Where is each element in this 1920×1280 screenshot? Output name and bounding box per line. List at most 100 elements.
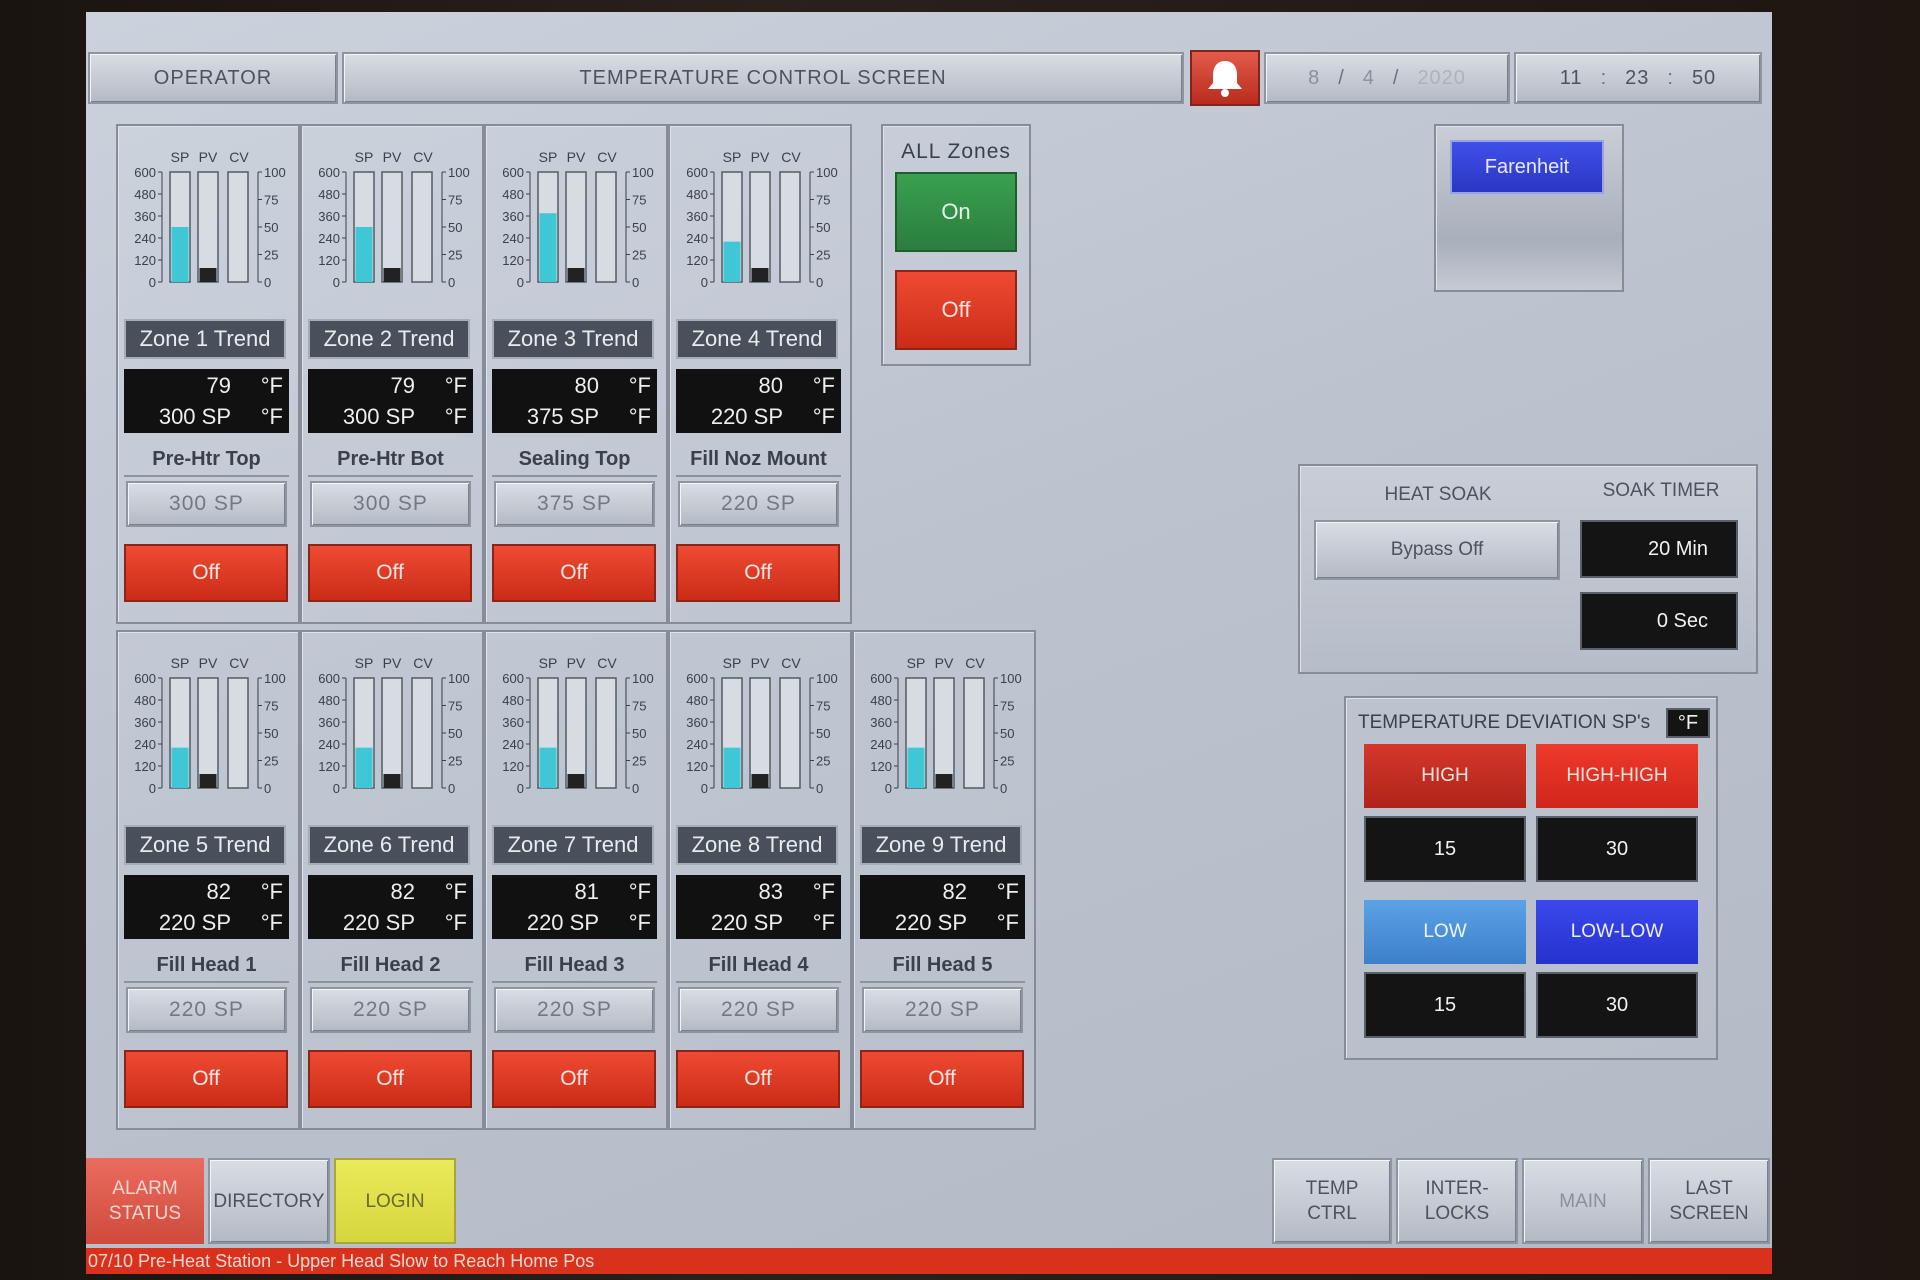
zone-off-button[interactable]: Off	[492, 544, 656, 602]
zone-off-button[interactable]: Off	[308, 1050, 472, 1108]
right-tick-label: 0	[448, 781, 455, 796]
right-tick-label: 50	[448, 726, 462, 741]
right-tick-label: 75	[448, 193, 462, 208]
setpoint-entry[interactable]: 220 SP	[126, 987, 287, 1033]
zone-trend-button[interactable]: Zone 6 Trend	[308, 825, 470, 865]
gauge-tube-cv	[227, 677, 249, 789]
gauge-tube-cv	[595, 171, 617, 283]
interlocks-button[interactable]: INTER- LOCKS	[1396, 1158, 1518, 1244]
pv-value: 83	[758, 879, 783, 904]
right-tick-label: 0	[448, 275, 455, 290]
gauge-fill-pv	[751, 774, 769, 788]
left-tick-label: 240	[318, 231, 340, 246]
zone-trend-button[interactable]: Zone 2 Trend	[308, 319, 470, 359]
zone-trend-button[interactable]: Zone 9 Trend	[860, 825, 1022, 865]
user-level-display[interactable]: OPERATOR	[88, 52, 338, 104]
zone-off-button[interactable]: Off	[308, 544, 472, 602]
soak-timer-seconds[interactable]: 0 Sec	[1580, 592, 1738, 650]
sp-value: 375 SP	[526, 404, 599, 429]
gauge-fill-sp	[355, 227, 373, 282]
setpoint-entry[interactable]: 375 SP	[494, 481, 655, 527]
temp-ctrl-button[interactable]: TEMP CTRL	[1272, 1158, 1392, 1244]
sp-row: 220 SP °F	[676, 908, 841, 938]
sp-row: 220 SP °F	[492, 908, 657, 938]
zone-off-button[interactable]: Off	[676, 1050, 840, 1108]
left-tick-label: 480	[502, 693, 524, 708]
right-tick-label: 0	[632, 781, 639, 796]
heat-soak-bypass-button[interactable]: Bypass Off	[1314, 520, 1560, 580]
sp-value: 220 SP	[710, 910, 783, 935]
zone-bar-gauge: SP PV CV 600 480 360 240 120 0 100 75 50 25 0	[686, 655, 837, 796]
right-tick-label: 0	[264, 275, 271, 290]
zone-off-button[interactable]: Off	[676, 544, 840, 602]
gauge-header-pv: PV	[383, 149, 402, 165]
low-low-value[interactable]: 30	[1536, 972, 1698, 1038]
zone-trend-button[interactable]: Zone 7 Trend	[492, 825, 654, 865]
zone-off-button[interactable]: Off	[124, 544, 288, 602]
sp-unit: °F	[812, 910, 835, 935]
left-tick-label: 120	[318, 759, 340, 774]
right-tick-label: 100	[448, 671, 470, 686]
gauge-tube-pv	[749, 677, 771, 789]
pv-value: 80	[574, 373, 599, 398]
time-separator: :	[1667, 66, 1674, 89]
sp-value: 220 SP	[710, 404, 783, 429]
zone-bar-gauge: SP PV CV 600 480 360 240 120 0 100 75 50 25 0	[134, 149, 285, 290]
zone-trend-button[interactable]: Zone 1 Trend	[124, 319, 286, 359]
zone-off-button[interactable]: Off	[124, 1050, 288, 1108]
alarm-status-button[interactable]: ALARM STATUS	[86, 1158, 204, 1244]
sp-row: 220 SP °F	[124, 908, 289, 938]
setpoint-entry[interactable]: 220 SP	[310, 987, 471, 1033]
fahrenheit-button[interactable]: Farenheit	[1450, 140, 1604, 194]
low-value[interactable]: 15	[1364, 972, 1526, 1038]
main-button[interactable]: MAIN	[1522, 1158, 1644, 1244]
right-tick-label: 75	[1000, 699, 1014, 714]
gauge-fill-sp	[539, 213, 557, 282]
zone-off-button[interactable]: Off	[492, 1050, 656, 1108]
left-tick-label: 360	[318, 209, 340, 224]
setpoint-entry[interactable]: 300 SP	[126, 481, 287, 527]
gauge-tube-pv	[565, 677, 587, 789]
gauge-tube-pv	[565, 171, 587, 283]
heat-soak-panel: HEAT SOAK SOAK TIMER Bypass Off 20 Min 0…	[1298, 464, 1758, 674]
alarm-message-bar[interactable]: 07/10 Pre-Heat Station - Upper Head Slow…	[86, 1248, 1772, 1274]
right-tick-label: 0	[632, 275, 639, 290]
setpoint-entry[interactable]: 300 SP	[310, 481, 471, 527]
login-button[interactable]: LOGIN	[334, 1158, 456, 1244]
high-value[interactable]: 15	[1364, 816, 1526, 882]
setpoint-entry[interactable]: 220 SP	[494, 987, 655, 1033]
zone-trend-button[interactable]: Zone 8 Trend	[676, 825, 838, 865]
setpoint-entry[interactable]: 220 SP	[678, 987, 839, 1033]
hmi-screen: OPERATOR TEMPERATURE CONTROL SCREEN 8 / 4…	[86, 12, 1772, 1274]
all-zones-off-button[interactable]: Off	[895, 270, 1017, 350]
zone-panel: SP PV CV 600 480 360 240 120 0 100 75 50 25 0 Zone 6 T…	[300, 630, 484, 1130]
gauge-header-sp: SP	[539, 149, 558, 165]
gauge-header-pv: PV	[567, 655, 586, 671]
right-tick-label: 25	[448, 754, 462, 769]
zone-trend-button[interactable]: Zone 5 Trend	[124, 825, 286, 865]
right-tick-label: 75	[264, 699, 278, 714]
zone-off-button[interactable]: Off	[860, 1050, 1024, 1108]
setpoint-entry[interactable]: 220 SP	[678, 481, 839, 527]
pv-unit: °F	[812, 879, 835, 904]
setpoint-entry[interactable]: 220 SP	[862, 987, 1023, 1033]
date-year: 2020	[1417, 66, 1466, 89]
sp-unit: °F	[260, 404, 283, 429]
left-tick-label: 600	[870, 671, 892, 686]
last-screen-button[interactable]: LAST SCREEN	[1648, 1158, 1770, 1244]
soak-timer-minutes[interactable]: 20 Min	[1580, 520, 1738, 578]
sp-value: 220 SP	[342, 910, 415, 935]
all-zones-on-button[interactable]: On	[895, 172, 1017, 252]
pv-unit: °F	[628, 879, 651, 904]
zone-temperature-readout: 79 °F 300 SP °F	[124, 369, 289, 433]
directory-button[interactable]: DIRECTORY	[208, 1158, 330, 1244]
zone-trend-button[interactable]: Zone 4 Trend	[676, 319, 838, 359]
zone-trend-button[interactable]: Zone 3 Trend	[492, 319, 654, 359]
date-display: 8 / 4 / 2020	[1264, 52, 1510, 104]
high-high-value[interactable]: 30	[1536, 816, 1698, 882]
right-tick-label: 100	[264, 671, 286, 686]
sp-unit: °F	[260, 910, 283, 935]
alarm-bell-button[interactable]	[1190, 50, 1260, 106]
gauge-header-pv: PV	[383, 655, 402, 671]
left-tick-label: 600	[134, 165, 156, 180]
